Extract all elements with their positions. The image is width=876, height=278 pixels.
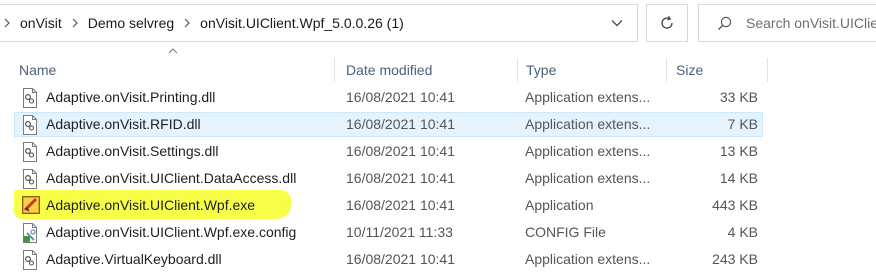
exe-app-icon bbox=[22, 196, 40, 216]
file-type: Application extens... bbox=[525, 170, 651, 186]
file-row-selected[interactable]: Adaptive.onVisit.RFID.dll 16/08/2021 10:… bbox=[0, 111, 876, 138]
search-icon bbox=[717, 16, 732, 31]
refresh-button[interactable] bbox=[646, 4, 688, 42]
file-type: Application extens... bbox=[525, 143, 651, 159]
file-row[interactable]: Adaptive.onVisit.UIClient.Wpf.exe.config… bbox=[0, 219, 876, 246]
column-header-date-modified[interactable]: Date modified bbox=[346, 58, 432, 82]
address-bar[interactable]: onVisit Demo selvreg onVisit.UIClient.Wp… bbox=[0, 4, 638, 42]
breadcrumb-item-demo-selvreg[interactable]: Demo selvreg bbox=[82, 5, 180, 41]
address-history-dropdown[interactable] bbox=[596, 4, 638, 42]
file-type: Application bbox=[525, 197, 594, 213]
file-row[interactable]: Adaptive.onVisit.UIClient.DataAccess.dll… bbox=[0, 165, 876, 192]
dll-icon bbox=[22, 115, 40, 135]
search-box[interactable]: Search onVisit.UIClient.Wpf_5.0.0.26 (1) bbox=[698, 4, 876, 42]
file-date: 16/08/2021 10:41 bbox=[346, 116, 455, 132]
refresh-icon bbox=[661, 15, 673, 29]
file-name: Adaptive.onVisit.UIClient.Wpf.exe.config bbox=[46, 224, 297, 240]
file-name: Adaptive.onVisit.Printing.dll bbox=[46, 89, 216, 105]
file-date: 16/08/2021 10:41 bbox=[346, 197, 455, 213]
column-divider[interactable] bbox=[666, 58, 667, 82]
file-name: Adaptive.onVisit.Settings.dll bbox=[46, 143, 219, 159]
file-row[interactable]: Adaptive.VirtualKeyboard.dll 16/08/2021 … bbox=[0, 246, 876, 273]
file-row[interactable]: Adaptive.onVisit.Settings.dll 16/08/2021… bbox=[0, 138, 876, 165]
breadcrumb-chevron-icon[interactable] bbox=[0, 18, 14, 28]
config-file-icon bbox=[22, 223, 40, 243]
file-name: Adaptive.onVisit.UIClient.Wpf.exe bbox=[46, 197, 256, 213]
column-header-row: Name Date modified Type Size bbox=[0, 58, 876, 82]
file-date: 10/11/2021 11:33 bbox=[346, 224, 453, 240]
sort-ascending-icon bbox=[168, 48, 178, 54]
file-row[interactable]: Adaptive.onVisit.Printing.dll 16/08/2021… bbox=[0, 84, 876, 111]
file-row-highlighted[interactable]: Adaptive.onVisit.UIClient.Wpf.exe 16/08/… bbox=[0, 192, 876, 219]
column-header-name[interactable]: Name bbox=[19, 58, 56, 82]
dll-icon bbox=[22, 88, 40, 108]
breadcrumb-separator-icon[interactable] bbox=[68, 18, 82, 28]
file-name: Adaptive.onVisit.UIClient.DataAccess.dll bbox=[46, 170, 297, 186]
file-name: Adaptive.onVisit.RFID.dll bbox=[46, 116, 201, 132]
column-divider[interactable] bbox=[334, 58, 335, 82]
file-type: Application extens... bbox=[525, 251, 651, 267]
column-divider[interactable] bbox=[767, 58, 768, 82]
file-size: 13 KB bbox=[719, 143, 758, 159]
file-type: CONFIG File bbox=[525, 224, 606, 240]
file-size: 4 KB bbox=[727, 224, 758, 240]
search-placeholder: Search onVisit.UIClient.Wpf_5.0.0.26 (1) bbox=[746, 15, 876, 31]
dll-icon bbox=[22, 142, 40, 162]
file-date: 16/08/2021 10:41 bbox=[346, 89, 455, 105]
breadcrumb-separator-icon[interactable] bbox=[180, 18, 194, 28]
column-divider[interactable] bbox=[517, 58, 518, 82]
column-header-size[interactable]: Size bbox=[676, 58, 703, 82]
file-size: 14 KB bbox=[719, 170, 758, 186]
dll-icon bbox=[22, 169, 40, 189]
file-size: 7 KB bbox=[727, 116, 758, 132]
file-date: 16/08/2021 10:41 bbox=[346, 143, 455, 159]
file-list: Adaptive.onVisit.Printing.dll 16/08/2021… bbox=[0, 84, 876, 273]
file-date: 16/08/2021 10:41 bbox=[346, 170, 455, 186]
breadcrumb-item-onvisit[interactable]: onVisit bbox=[14, 5, 68, 41]
file-type: Application extens... bbox=[525, 89, 651, 105]
breadcrumb-item-current-folder[interactable]: onVisit.UIClient.Wpf_5.0.0.26 (1) bbox=[194, 5, 410, 41]
dll-icon bbox=[22, 250, 40, 270]
file-size: 33 KB bbox=[719, 89, 758, 105]
file-size: 243 KB bbox=[712, 251, 758, 267]
file-type: Application extens... bbox=[525, 116, 651, 132]
file-date: 16/08/2021 10:41 bbox=[346, 251, 455, 267]
file-name: Adaptive.VirtualKeyboard.dll bbox=[46, 251, 222, 267]
column-header-type[interactable]: Type bbox=[526, 58, 556, 82]
chevron-down-icon bbox=[611, 20, 622, 27]
file-size: 443 KB bbox=[712, 197, 758, 213]
